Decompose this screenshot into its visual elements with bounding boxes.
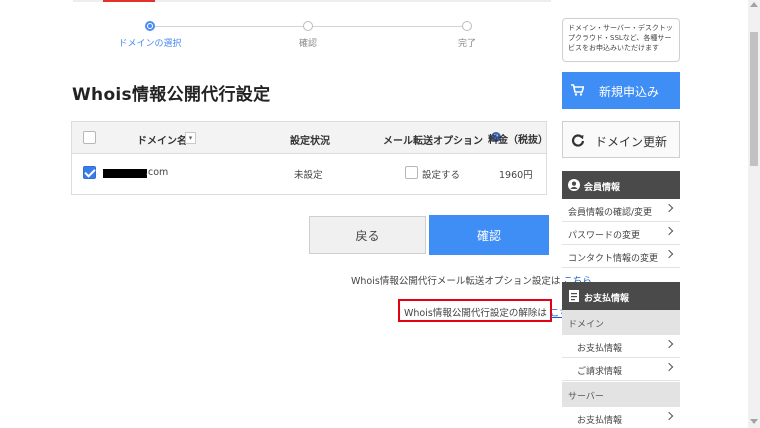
payment-section-title: お支払情報 <box>584 294 630 304</box>
domain-table: ドメイン名 ▾ 設定状況 メール転送オプション ? .com 未設定 設定する … <box>71 121 547 195</box>
sidebar-item-label: コンタクト情報の変更 <box>568 254 659 264</box>
cancel-link-line: Whois情報公開代行設定の解除は こちら <box>404 305 578 319</box>
back-button[interactable]: 戻る <box>309 216 426 254</box>
sidebar-item-contact[interactable]: コンタクト情報の変更 <box>562 245 680 268</box>
price-value: 1960円 <box>499 170 533 181</box>
new-application-label: 新規申込み <box>599 85 660 99</box>
sort-dropdown-icon[interactable]: ▾ <box>185 132 196 144</box>
member-section-header: 会員情報 <box>562 171 680 199</box>
scroll-up-arrow-icon[interactable] <box>750 2 758 7</box>
sidebar-group-label: ドメイン <box>568 320 605 330</box>
domain-name: .com <box>145 167 169 178</box>
chevron-right-icon <box>664 203 674 213</box>
header-domain: ドメイン名 <box>137 136 187 147</box>
cancel-link-text: Whois情報公開代行設定の解除は <box>404 308 547 319</box>
step-2-label: 確認 <box>298 39 318 49</box>
sidebar-item-label: パスワードの変更 <box>568 231 641 241</box>
chevron-right-icon <box>664 226 674 236</box>
sidebar-item-password[interactable]: パスワードの変更 <box>562 222 680 245</box>
page-title: Whois情報公開代行設定 <box>72 85 271 105</box>
receipt-icon <box>569 290 579 302</box>
table-header: ドメイン名 ▾ 設定状況 メール転送オプション ? <box>72 122 546 154</box>
sidebar-item-label: ご請求情報 <box>577 367 623 377</box>
sidebar-item-label: お支払情報 <box>577 416 623 426</box>
chevron-right-icon <box>664 411 674 421</box>
header-mail-option: メール転送オプション <box>383 136 483 147</box>
sidebar-item-member-info[interactable]: 会員情報の確認/変更 <box>562 199 680 222</box>
header-status: 設定状況 <box>290 136 330 147</box>
top-accent-bar <box>103 0 155 2</box>
sidebar-item-domain-billing[interactable]: ご請求情報 <box>562 358 680 381</box>
scrollbar-thumb[interactable] <box>750 32 758 166</box>
refresh-icon <box>571 134 585 147</box>
user-icon <box>568 179 580 191</box>
mail-option-label: 設定する <box>422 170 461 181</box>
service-info-bubble: ドメイン・サーバー・デスクトップクラウド・SSLなど、各種サービスをお申込みいた… <box>562 18 680 62</box>
chevron-right-icon <box>664 339 674 349</box>
confirm-button[interactable]: 確認 <box>429 215 549 255</box>
redacted-domain <box>103 169 147 178</box>
sidebar-item-label: 会員情報の確認/変更 <box>568 208 653 218</box>
sidebar-item-label: お支払情報 <box>577 344 623 354</box>
mail-option-checkbox[interactable] <box>405 166 418 179</box>
sidebar-group-label: サーバー <box>568 392 604 402</box>
mail-option-link-line: Whois情報公開代行メール転送オプション設定は こちら <box>351 273 592 287</box>
row-checkbox[interactable] <box>83 166 96 179</box>
new-application-button[interactable]: 新規申込み <box>562 72 680 109</box>
chevron-right-icon <box>664 362 674 372</box>
select-all-checkbox[interactable] <box>83 131 96 144</box>
sidebar-item-server-payment[interactable]: お支払情報 <box>562 407 680 428</box>
renew-domain-button[interactable]: ドメイン更新 <box>562 121 680 158</box>
step-1-dot <box>145 21 155 31</box>
header-price-text: 料金（税抜） <box>488 135 548 146</box>
renew-domain-label: ドメイン更新 <box>595 135 668 149</box>
cart-icon <box>571 84 584 96</box>
step-2-dot <box>303 21 313 31</box>
sidebar-item-domain-payment[interactable]: お支払情報 <box>562 335 680 358</box>
payment-section-header: お支払情報 <box>562 282 680 310</box>
member-section-title: 会員情報 <box>584 183 621 193</box>
scroll-down-arrow-icon[interactable] <box>750 419 758 424</box>
step-3-dot <box>462 21 472 31</box>
mail-option-link-text: Whois情報公開代行メール転送オプション設定は <box>351 276 561 287</box>
chevron-right-icon <box>664 249 674 259</box>
step-1-label: ドメインの選択 <box>118 39 182 49</box>
step-3-label: 完了 <box>457 39 477 49</box>
sidebar-group-domain: ドメイン <box>562 310 680 335</box>
sidebar-group-server: サーバー <box>562 382 680 407</box>
status-value: 未設定 <box>294 170 323 181</box>
table-row: .com 未設定 設定する 1960円 <box>72 154 546 194</box>
